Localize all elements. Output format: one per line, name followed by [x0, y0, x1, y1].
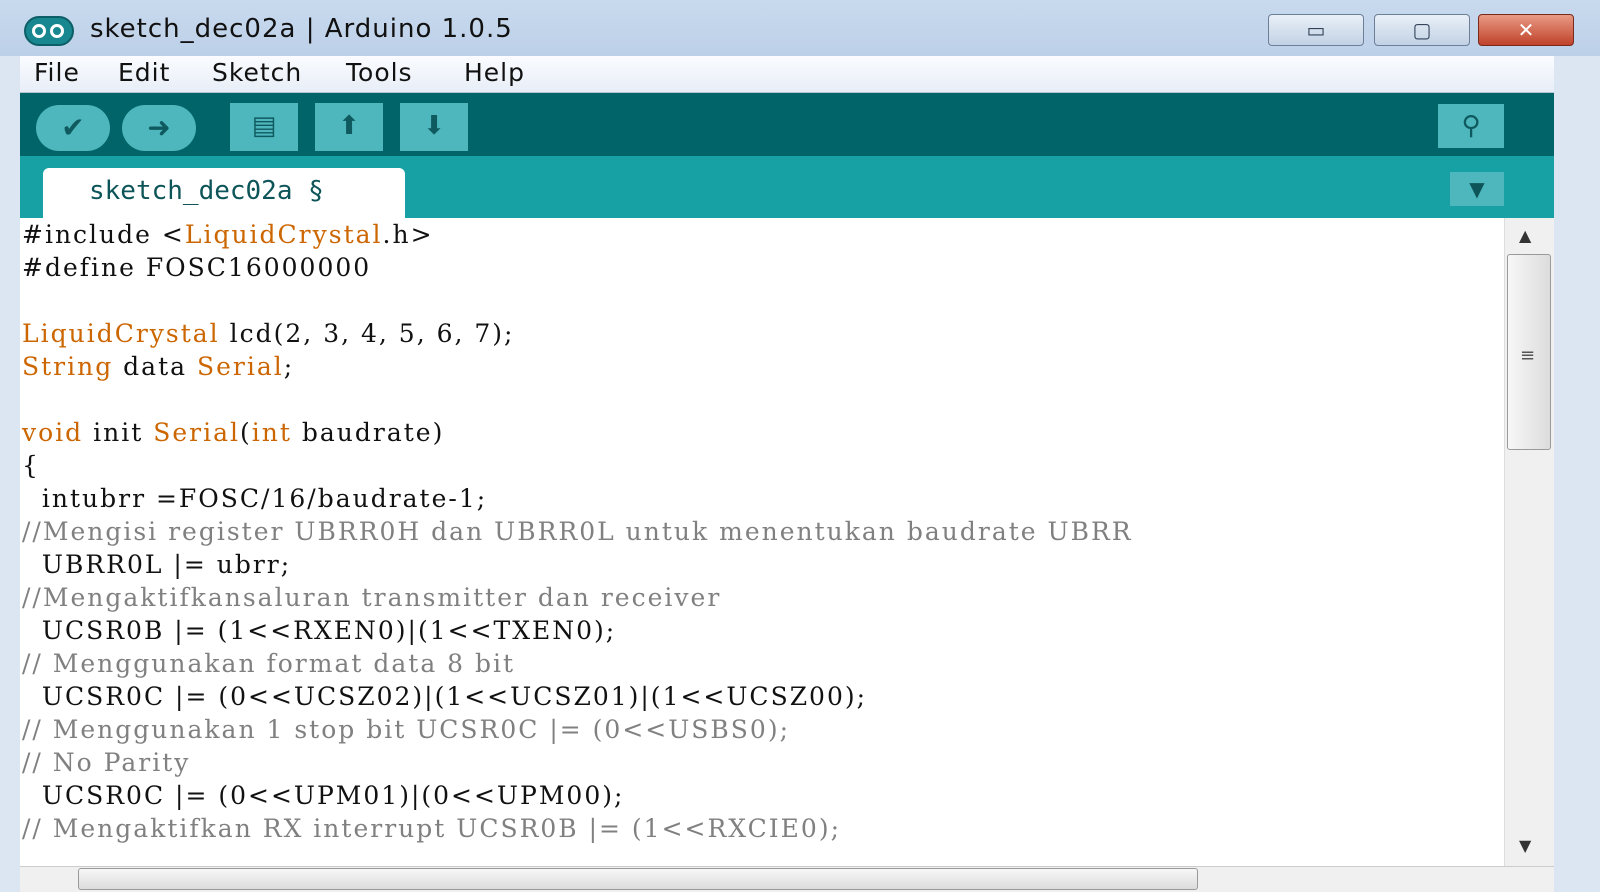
vertical-scrollbar[interactable]: ▲ ≡ ▼: [1504, 218, 1555, 866]
tab-sketch[interactable]: sketch_dec02a §: [43, 168, 405, 218]
scroll-down-icon[interactable]: ▼: [1519, 836, 1531, 855]
window-title: sketch_dec02a | Arduino 1.0.5: [90, 14, 513, 44]
verify-button[interactable]: ✔: [36, 105, 110, 151]
code-line: String data Serial;: [22, 352, 295, 381]
vertical-scroll-thumb[interactable]: ≡: [1507, 254, 1551, 450]
code-line: void init Serial(int baudrate): [22, 418, 445, 447]
horizontal-scroll-thumb[interactable]: [78, 868, 1198, 890]
window-frame-right: [1554, 56, 1600, 891]
menu-help[interactable]: Help: [464, 58, 525, 87]
save-button[interactable]: ⬇: [400, 103, 468, 151]
code-line: intubrr =FOSC/16/baudrate-1;: [22, 484, 488, 513]
code-line: UCSR0C |= (0<<UCSZ02)|(1<<UCSZ01)|(1<<UC…: [22, 682, 868, 711]
open-button[interactable]: ⬆: [315, 103, 383, 151]
grip-icon: ≡: [1520, 345, 1536, 366]
tab-label: sketch_dec02a §: [89, 176, 324, 206]
tab-bar: sketch_dec02a § ▼: [20, 156, 1580, 218]
code-editor[interactable]: #include <LiquidCrystal.h> #define FOSC1…: [20, 218, 1504, 866]
code-line: //Mengisi register UBRR0H dan UBRR0L unt…: [22, 517, 1133, 546]
code-line: LiquidCrystal lcd(2, 3, 4, 5, 6, 7);: [22, 319, 515, 348]
maximize-button[interactable]: ▢: [1374, 14, 1470, 46]
menu-file[interactable]: File: [34, 58, 80, 87]
code-line: {: [22, 451, 40, 480]
code-line: #define FOSC16000000: [22, 253, 372, 282]
scroll-up-icon[interactable]: ▲: [1519, 226, 1531, 245]
menu-edit[interactable]: Edit: [118, 58, 170, 87]
horizontal-scrollbar[interactable]: [20, 866, 1554, 892]
upload-button[interactable]: ➜: [122, 105, 196, 151]
arduino-logo-icon: [24, 16, 74, 46]
chevron-down-icon: ▼: [1469, 177, 1485, 201]
tab-menu-button[interactable]: ▼: [1450, 172, 1504, 206]
arrow-up-icon: ⬆: [338, 111, 360, 141]
new-button[interactable]: ▤: [230, 103, 298, 151]
menu-tools[interactable]: Tools: [346, 58, 413, 87]
close-button[interactable]: ✕: [1478, 14, 1574, 46]
code-line: #include <LiquidCrystal.h>: [22, 220, 434, 249]
magnifier-icon: ⚲: [1461, 111, 1481, 141]
checkmark-icon: ✔: [61, 111, 85, 144]
code-line: UCSR0C |= (0<<UPM01)|(0<<UPM00);: [22, 781, 625, 810]
code-line: UCSR0B |= (1<<RXEN0)|(1<<TXEN0);: [22, 616, 617, 645]
title-bar: sketch_dec02a | Arduino 1.0.5 ▭ ▢ ✕: [0, 0, 1600, 56]
code-line: UBRR0L |= ubrr;: [22, 550, 292, 579]
toolbar: ✔ ➜ ▤ ⬆ ⬇ ⚲: [20, 93, 1580, 156]
minimize-button[interactable]: ▭: [1268, 14, 1364, 46]
code-line: //Mengaktifkansaluran transmitter dan re…: [22, 583, 722, 612]
code-line: // Mengaktifkan RX interrupt UCSR0B |= (…: [22, 814, 842, 843]
code-line: // No Parity: [22, 748, 191, 777]
code-line: // Menggunakan 1 stop bit UCSR0C |= (0<<…: [22, 715, 790, 744]
serial-monitor-button[interactable]: ⚲: [1438, 104, 1504, 148]
code-line: // Menggunakan format data 8 bit: [22, 649, 516, 678]
arrow-down-icon: ⬇: [423, 111, 445, 141]
arrow-right-icon: ➜: [147, 111, 171, 144]
menu-bar: File Edit Sketch Tools Help: [20, 56, 1580, 93]
menu-sketch[interactable]: Sketch: [212, 58, 302, 87]
document-icon: ▤: [251, 111, 277, 141]
